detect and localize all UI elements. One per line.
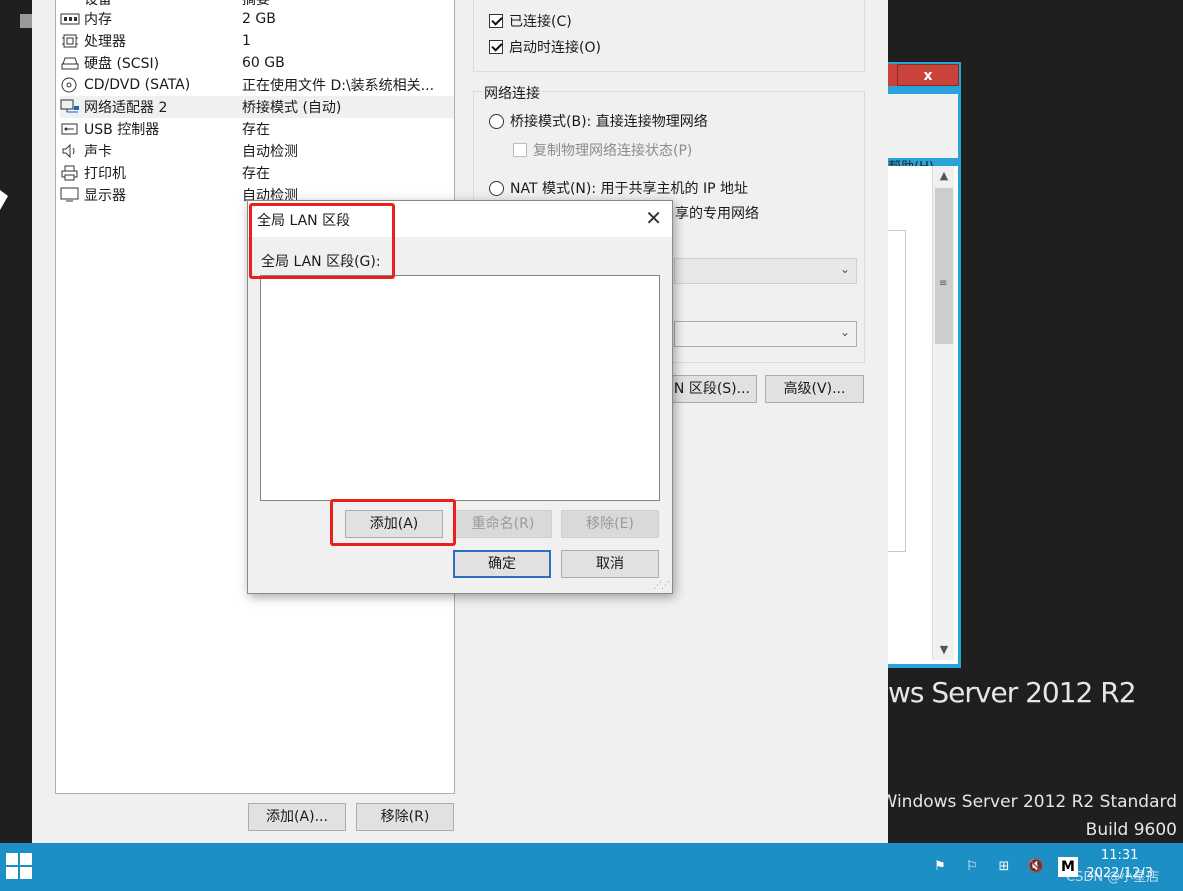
- add-device-button[interactable]: 添加(A)...: [248, 803, 346, 831]
- background-window-menubar: 帮助(H): [888, 94, 958, 175]
- checkbox-checked-icon: [489, 40, 503, 54]
- replicate-physical-state-checkbox[interactable]: 复制物理网络连接状态(P): [513, 140, 692, 160]
- lan-segment-dropdown[interactable]: ⌄: [674, 321, 857, 347]
- flag-alert-icon[interactable]: ⚐: [962, 857, 982, 877]
- taskbar: ⚑ ⚐ ⊞ 🔇 M 11:31 2022/12/3: [0, 843, 1183, 891]
- close-icon: x: [923, 68, 933, 84]
- device-row-network-adapter[interactable]: 网络适配器 2 桥接模式 (自动): [60, 96, 454, 118]
- connected-checkbox[interactable]: 已连接(C): [489, 11, 572, 31]
- action-center-icon[interactable]: ⚑: [930, 857, 950, 877]
- speaker-icon: [60, 143, 80, 159]
- resize-grip-icon[interactable]: ⋰⋰: [653, 581, 670, 591]
- device-row-memory[interactable]: 内存 2 GB: [60, 8, 454, 30]
- highlight-add-button-annotation: [330, 499, 456, 546]
- cpu-icon: [60, 33, 80, 49]
- device-row-sound-card[interactable]: 声卡 自动检测: [60, 140, 454, 162]
- printer-icon: [60, 165, 80, 181]
- connect-at-power-on-checkbox[interactable]: 启动时连接(O): [489, 37, 601, 57]
- radio-icon: [489, 180, 504, 196]
- close-icon[interactable]: ✕: [645, 206, 662, 230]
- radio-icon: [489, 113, 504, 129]
- scroll-up-icon[interactable]: ▲: [933, 166, 955, 186]
- background-window: x 帮助(H) ▲ ≡ ▼: [888, 62, 961, 668]
- host-only-label-partial: 享的专用网络: [675, 206, 759, 222]
- chevron-down-icon: ⌄: [839, 262, 850, 276]
- dialog-ok-button[interactable]: 确定: [453, 550, 551, 578]
- windows-brand-text: ws Server 2012 R2: [888, 676, 1137, 709]
- checkbox-icon: [513, 143, 527, 157]
- device-row-processor[interactable]: 处理器 1: [60, 30, 454, 52]
- device-row-printer[interactable]: 打印机 存在: [60, 162, 454, 184]
- device-row-usb-controller[interactable]: USB 控制器 存在: [60, 118, 454, 140]
- memory-icon: [60, 11, 80, 27]
- cd-dvd-icon: [60, 77, 80, 93]
- vertical-scrollbar[interactable]: ▲ ≡ ▼: [932, 166, 954, 660]
- checkbox-checked-icon: [489, 14, 503, 28]
- mouse-cursor-icon: [0, 190, 8, 210]
- global-lan-segments-dialog: 全局 LAN 区段 ✕ 全局 LAN 区段(G): 添加(A) 重命名(R) 移…: [247, 200, 673, 594]
- monitor-icon: [60, 187, 80, 203]
- remove-segment-button[interactable]: 移除(E): [561, 510, 659, 538]
- start-button-icon[interactable]: [6, 853, 32, 879]
- volume-muted-icon[interactable]: 🔇: [1026, 857, 1046, 877]
- scroll-down-icon[interactable]: ▼: [933, 640, 955, 660]
- dialog-cancel-button[interactable]: 取消: [561, 550, 659, 578]
- lan-segments-list[interactable]: [260, 275, 660, 501]
- nat-mode-radio[interactable]: NAT 模式(N): 用于共享主机的 IP 地址: [489, 178, 748, 198]
- background-window-close-button[interactable]: x: [897, 64, 959, 86]
- clock-time: 11:31: [1100, 848, 1139, 863]
- network-icon[interactable]: ⊞: [994, 857, 1014, 877]
- device-status-group: 已连接(C) 启动时连接(O): [473, 0, 865, 72]
- background-window-panel: [888, 230, 906, 552]
- grip-icon: ≡: [939, 278, 948, 289]
- remove-device-button[interactable]: 移除(R): [356, 803, 454, 831]
- windows-edition-text: Windows Server 2012 R2 Standard: [880, 792, 1177, 812]
- chevron-down-icon: ⌄: [839, 325, 850, 339]
- highlight-title-annotation: [249, 203, 395, 279]
- custom-network-dropdown[interactable]: ⌄: [674, 258, 857, 284]
- network-connection-title: 网络连接: [482, 83, 542, 103]
- device-row-cd-dvd[interactable]: CD/DVD (SATA) 正在使用文件 D:\装系统相关...: [60, 74, 454, 96]
- watermark-text: CSDN @小星店: [1066, 870, 1160, 885]
- windows-build-text: Build 9600: [1085, 820, 1177, 840]
- usb-icon: [60, 121, 80, 137]
- advanced-button[interactable]: 高级(V)...: [765, 375, 864, 403]
- system-tray: ⚑ ⚐ ⊞ 🔇 M: [930, 853, 1078, 881]
- bridged-mode-radio[interactable]: 桥接模式(B): 直接连接物理网络: [489, 111, 708, 131]
- hard-disk-icon: [60, 55, 80, 71]
- device-row-hard-disk[interactable]: 硬盘 (SCSI) 60 GB: [60, 52, 454, 74]
- rename-segment-button[interactable]: 重命名(R): [454, 510, 552, 538]
- network-adapter-icon: [60, 99, 80, 115]
- scrollbar-thumb[interactable]: ≡: [935, 188, 953, 344]
